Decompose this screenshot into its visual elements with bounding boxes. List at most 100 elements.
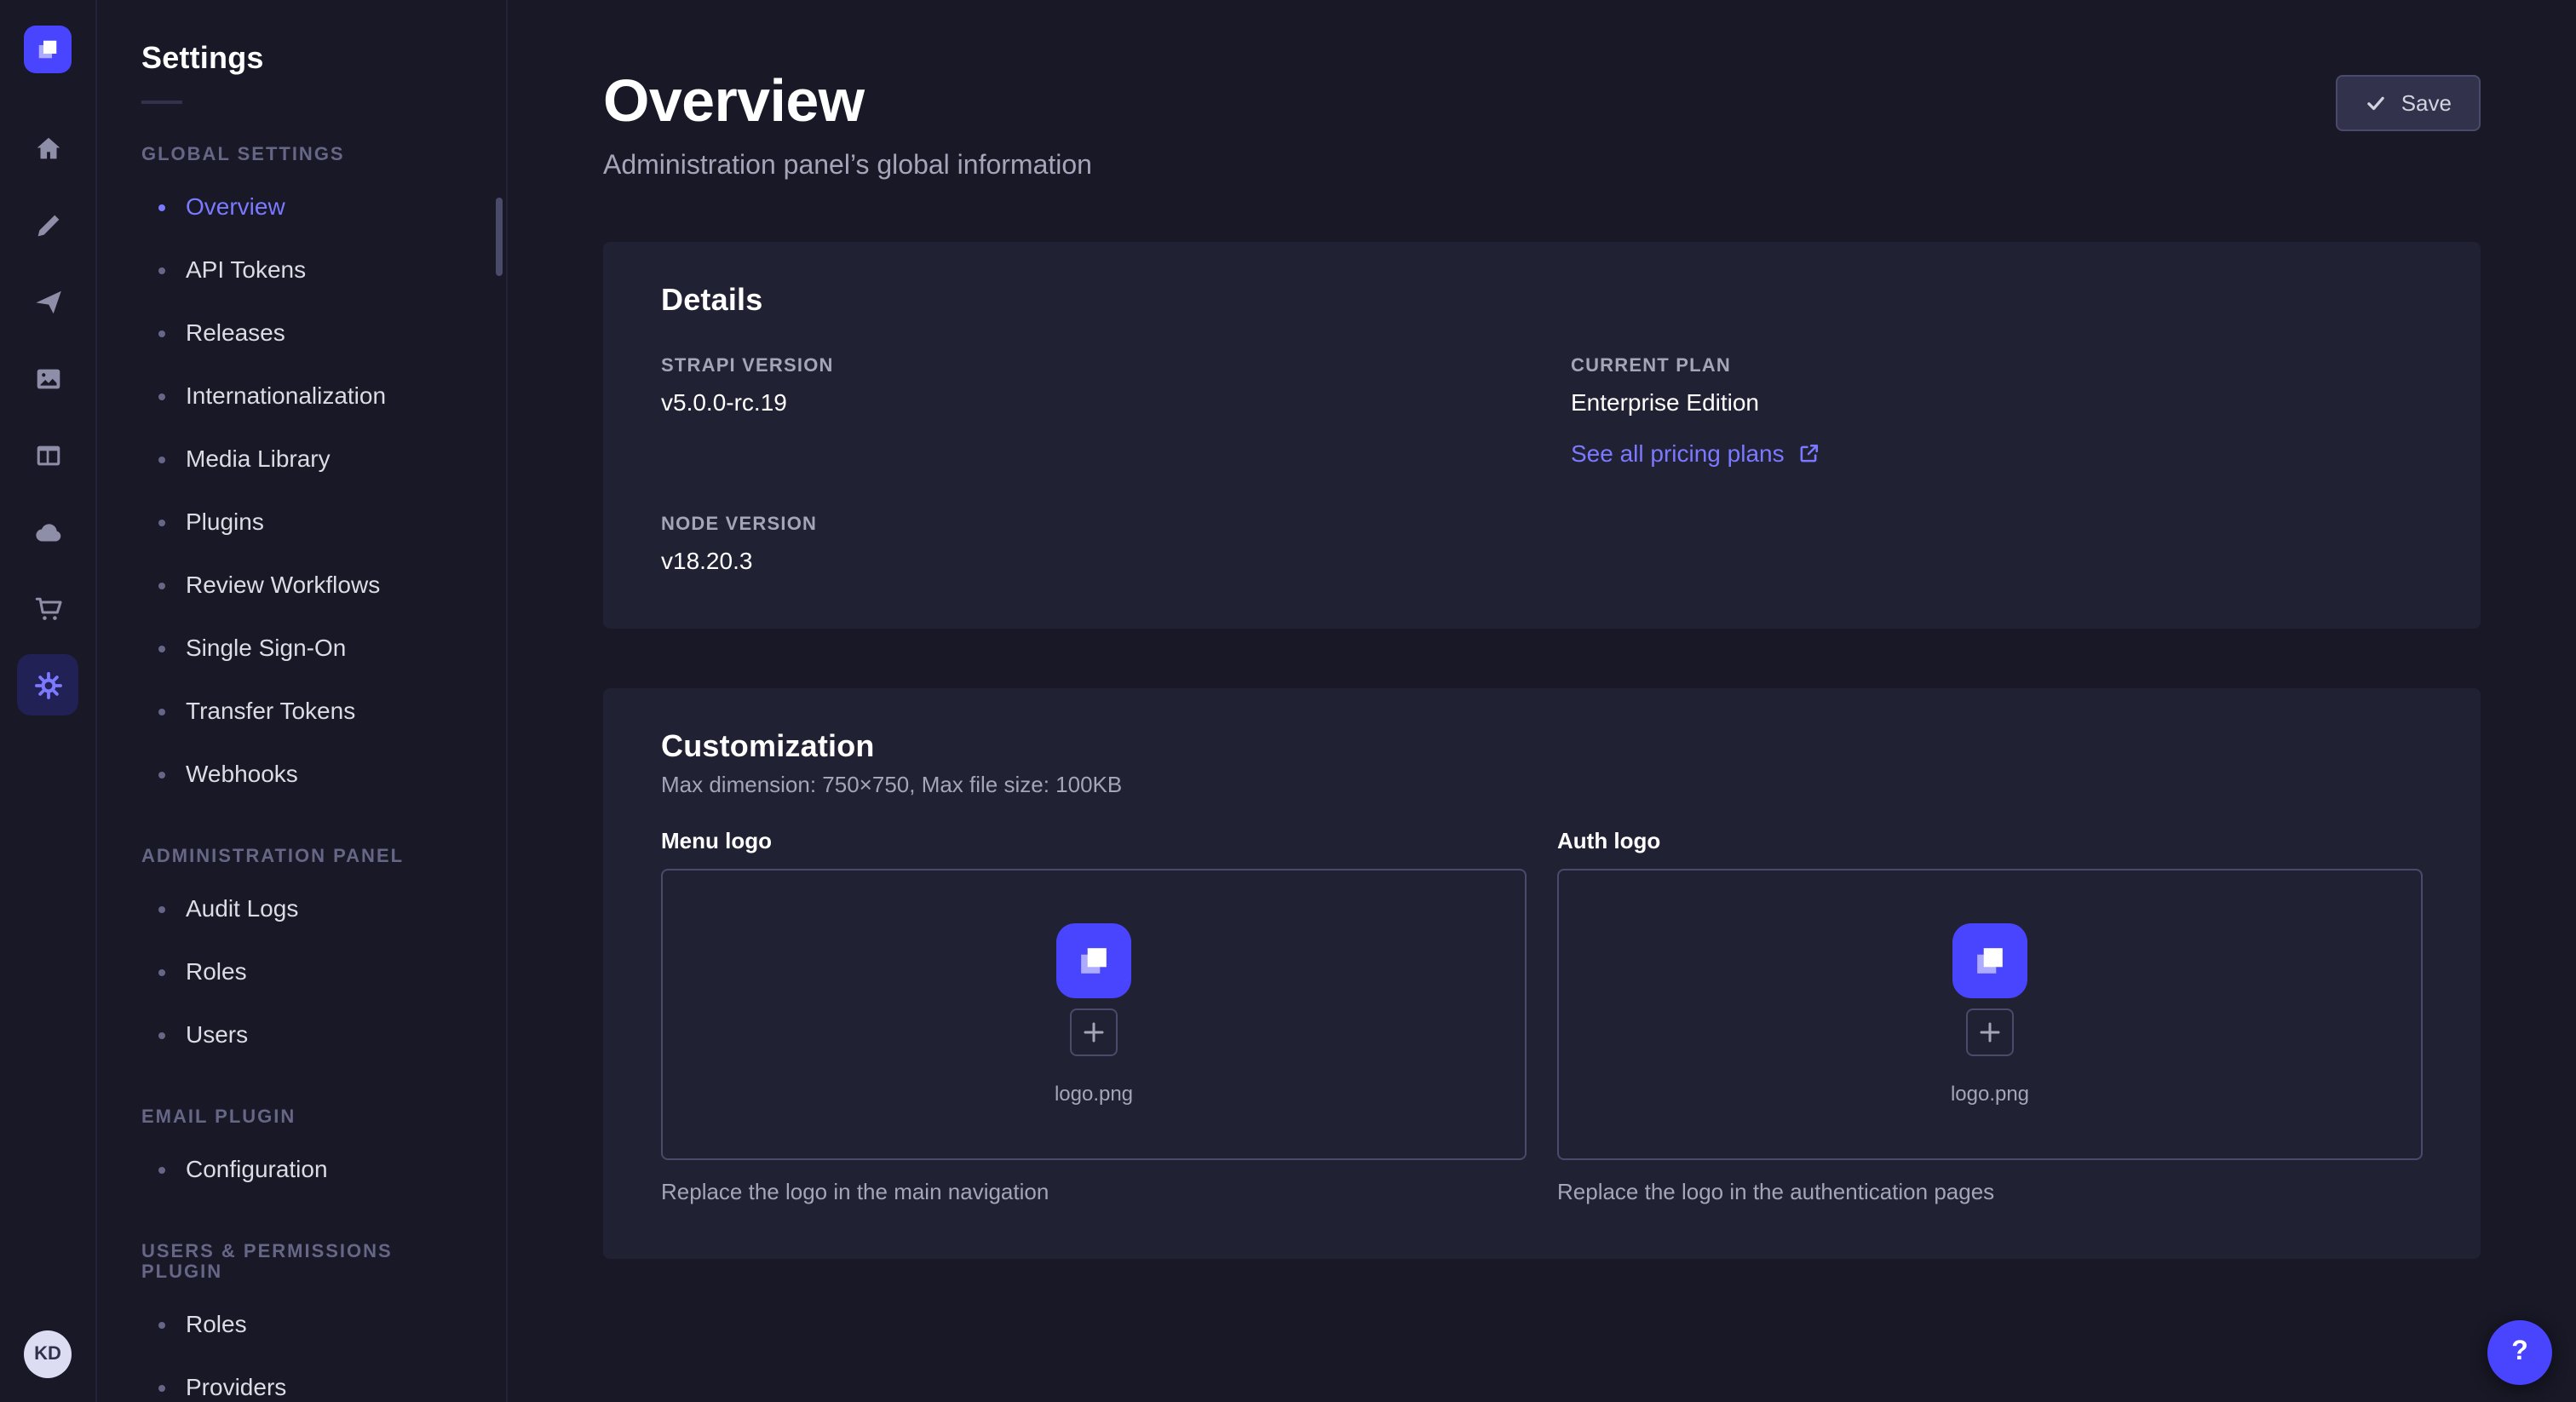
- strapi-logo-glyph: [32, 34, 63, 65]
- sidebar-item-overview[interactable]: Overview: [97, 175, 506, 238]
- bullet-icon: [158, 519, 165, 526]
- menu-logo-caption: Replace the logo in the main navigation: [661, 1179, 1527, 1204]
- menu-logo-label: Menu logo: [661, 828, 1527, 853]
- bullet-icon: [158, 1031, 165, 1038]
- sidebar-item-up-roles[interactable]: Roles: [97, 1293, 506, 1356]
- node-version-field: NODE VERSION v18.20.3: [661, 514, 1513, 574]
- details-card: Details STRAPI VERSION v5.0.0-rc.19 CURR…: [603, 242, 2481, 629]
- bullet-icon: [158, 1166, 165, 1173]
- check-icon: [2366, 92, 2388, 114]
- node-version-value: v18.20.3: [661, 547, 1513, 574]
- settings-sidebar: Settings GLOBAL SETTINGS Overview API To…: [97, 0, 508, 1402]
- sidebar-item-media-library[interactable]: Media Library: [97, 428, 506, 491]
- sidebar-item-label: Roles: [186, 956, 247, 988]
- section-users-permissions-plugin: USERS & PERMISSIONS PLUGIN: [97, 1242, 506, 1283]
- current-plan-field: CURRENT PLAN Enterprise Edition See all …: [1571, 356, 2423, 470]
- sidebar-item-plugins[interactable]: Plugins: [97, 491, 506, 554]
- logo-uploads: Menu logo: [661, 828, 2423, 1204]
- strapi-logo[interactable]: [24, 26, 72, 73]
- sidebar-item-review-workflows[interactable]: Review Workflows: [97, 554, 506, 617]
- sidebar-item-label: Transfer Tokens: [186, 695, 355, 727]
- sidebar-item-label: Releases: [186, 317, 285, 349]
- sidebar-item-api-tokens[interactable]: API Tokens: [97, 238, 506, 302]
- customization-card-title: Customization: [661, 729, 2423, 765]
- customization-card: Customization Max dimension: 750×750, Ma…: [603, 688, 2481, 1259]
- deploy-cloud-icon[interactable]: [17, 501, 78, 562]
- bullet-icon: [158, 708, 165, 715]
- marketplace-cart-icon[interactable]: [17, 577, 78, 639]
- save-button[interactable]: Save: [2337, 75, 2481, 131]
- sidebar-title-divider: [141, 101, 182, 104]
- bullet-icon: [158, 330, 165, 336]
- sidebar-item-label: Plugins: [186, 506, 264, 538]
- sidebar-item-releases[interactable]: Releases: [97, 302, 506, 365]
- releases-icon[interactable]: [17, 271, 78, 332]
- sidebar-item-label: Configuration: [186, 1153, 328, 1186]
- sidebar-item-label: Overview: [186, 191, 285, 223]
- bullet-icon: [158, 1384, 165, 1391]
- user-avatar[interactable]: KD: [24, 1330, 72, 1378]
- auth-logo-add-button[interactable]: [1966, 1008, 2014, 1056]
- sidebar-item-admin-roles[interactable]: Roles: [97, 940, 506, 1003]
- strapi-logo-glyph: [1968, 939, 2012, 983]
- home-icon[interactable]: [17, 118, 78, 179]
- bullet-icon: [158, 1321, 165, 1328]
- sidebar-item-webhooks[interactable]: Webhooks: [97, 743, 506, 806]
- rail-icon-list: [17, 118, 78, 715]
- strapi-version-value: v5.0.0-rc.19: [661, 388, 1513, 416]
- main-content: Overview Administration panel’s global i…: [508, 0, 2576, 1402]
- strapi-logo-glyph: [1072, 939, 1116, 983]
- details-card-title: Details: [661, 283, 2423, 319]
- menu-logo-filename: logo.png: [1055, 1082, 1133, 1106]
- sidebar-item-label: Audit Logs: [186, 893, 298, 925]
- sidebar-item-audit-logs[interactable]: Audit Logs: [97, 877, 506, 940]
- plus-icon: [1980, 1022, 2000, 1043]
- pricing-plans-link-label: See all pricing plans: [1571, 440, 1785, 467]
- sidebar-item-label: Media Library: [186, 443, 331, 475]
- auth-logo-caption: Replace the logo in the authentication p…: [1557, 1179, 2423, 1204]
- current-plan-label: CURRENT PLAN: [1571, 356, 2423, 376]
- sidebar-item-up-providers[interactable]: Providers: [97, 1356, 506, 1402]
- sidebar-item-single-sign-on[interactable]: Single Sign-On: [97, 617, 506, 680]
- plus-icon: [1084, 1022, 1104, 1043]
- sidebar-item-label: Providers: [186, 1371, 286, 1402]
- content-manager-icon[interactable]: [17, 194, 78, 256]
- customization-card-subtitle: Max dimension: 750×750, Max file size: 1…: [661, 772, 2423, 797]
- strapi-version-label: STRAPI VERSION: [661, 356, 1513, 376]
- auth-logo-block: Auth logo: [1557, 828, 2423, 1204]
- menu-logo-preview: [1056, 923, 1131, 998]
- bullet-icon: [158, 456, 165, 463]
- sidebar-item-label: Roles: [186, 1308, 247, 1341]
- help-button[interactable]: ?: [2487, 1320, 2552, 1385]
- strapi-version-field: STRAPI VERSION v5.0.0-rc.19: [661, 356, 1513, 470]
- bullet-icon: [158, 968, 165, 975]
- auth-logo-preview: [1952, 923, 2027, 998]
- sidebar-item-label: Internationalization: [186, 380, 386, 412]
- auth-logo-filename: logo.png: [1951, 1082, 2029, 1106]
- page-header: Overview Administration panel’s global i…: [603, 68, 2481, 182]
- menu-logo-dropzone[interactable]: logo.png: [661, 869, 1527, 1160]
- pricing-plans-link[interactable]: See all pricing plans: [1571, 440, 1820, 467]
- bullet-icon: [158, 645, 165, 652]
- auth-logo-dropzone[interactable]: logo.png: [1557, 869, 2423, 1160]
- sidebar-item-internationalization[interactable]: Internationalization: [97, 365, 506, 428]
- sidebar-title: Settings: [97, 41, 506, 77]
- content-type-builder-icon[interactable]: [17, 424, 78, 486]
- media-library-icon[interactable]: [17, 348, 78, 409]
- sidebar-item-label: Review Workflows: [186, 569, 380, 601]
- app-root: KD Settings GLOBAL SETTINGS Overview API…: [0, 0, 2576, 1402]
- main-nav-rail: KD: [0, 0, 97, 1402]
- details-grid: STRAPI VERSION v5.0.0-rc.19 CURRENT PLAN…: [661, 356, 2423, 574]
- external-link-icon: [1798, 442, 1820, 464]
- sidebar-item-label: Webhooks: [186, 758, 298, 790]
- sidebar-item-transfer-tokens[interactable]: Transfer Tokens: [97, 680, 506, 743]
- page-subtitle: Administration panel’s global informatio…: [603, 152, 1092, 182]
- save-button-label: Save: [2401, 90, 2452, 116]
- menu-logo-add-button[interactable]: [1070, 1008, 1118, 1056]
- sidebar-item-email-configuration[interactable]: Configuration: [97, 1138, 506, 1201]
- settings-gear-icon[interactable]: [17, 654, 78, 715]
- page-title: Overview: [603, 68, 1092, 136]
- sidebar-item-label: Users: [186, 1019, 248, 1051]
- sidebar-item-admin-users[interactable]: Users: [97, 1003, 506, 1066]
- sidebar-scrollbar-thumb[interactable]: [496, 198, 503, 276]
